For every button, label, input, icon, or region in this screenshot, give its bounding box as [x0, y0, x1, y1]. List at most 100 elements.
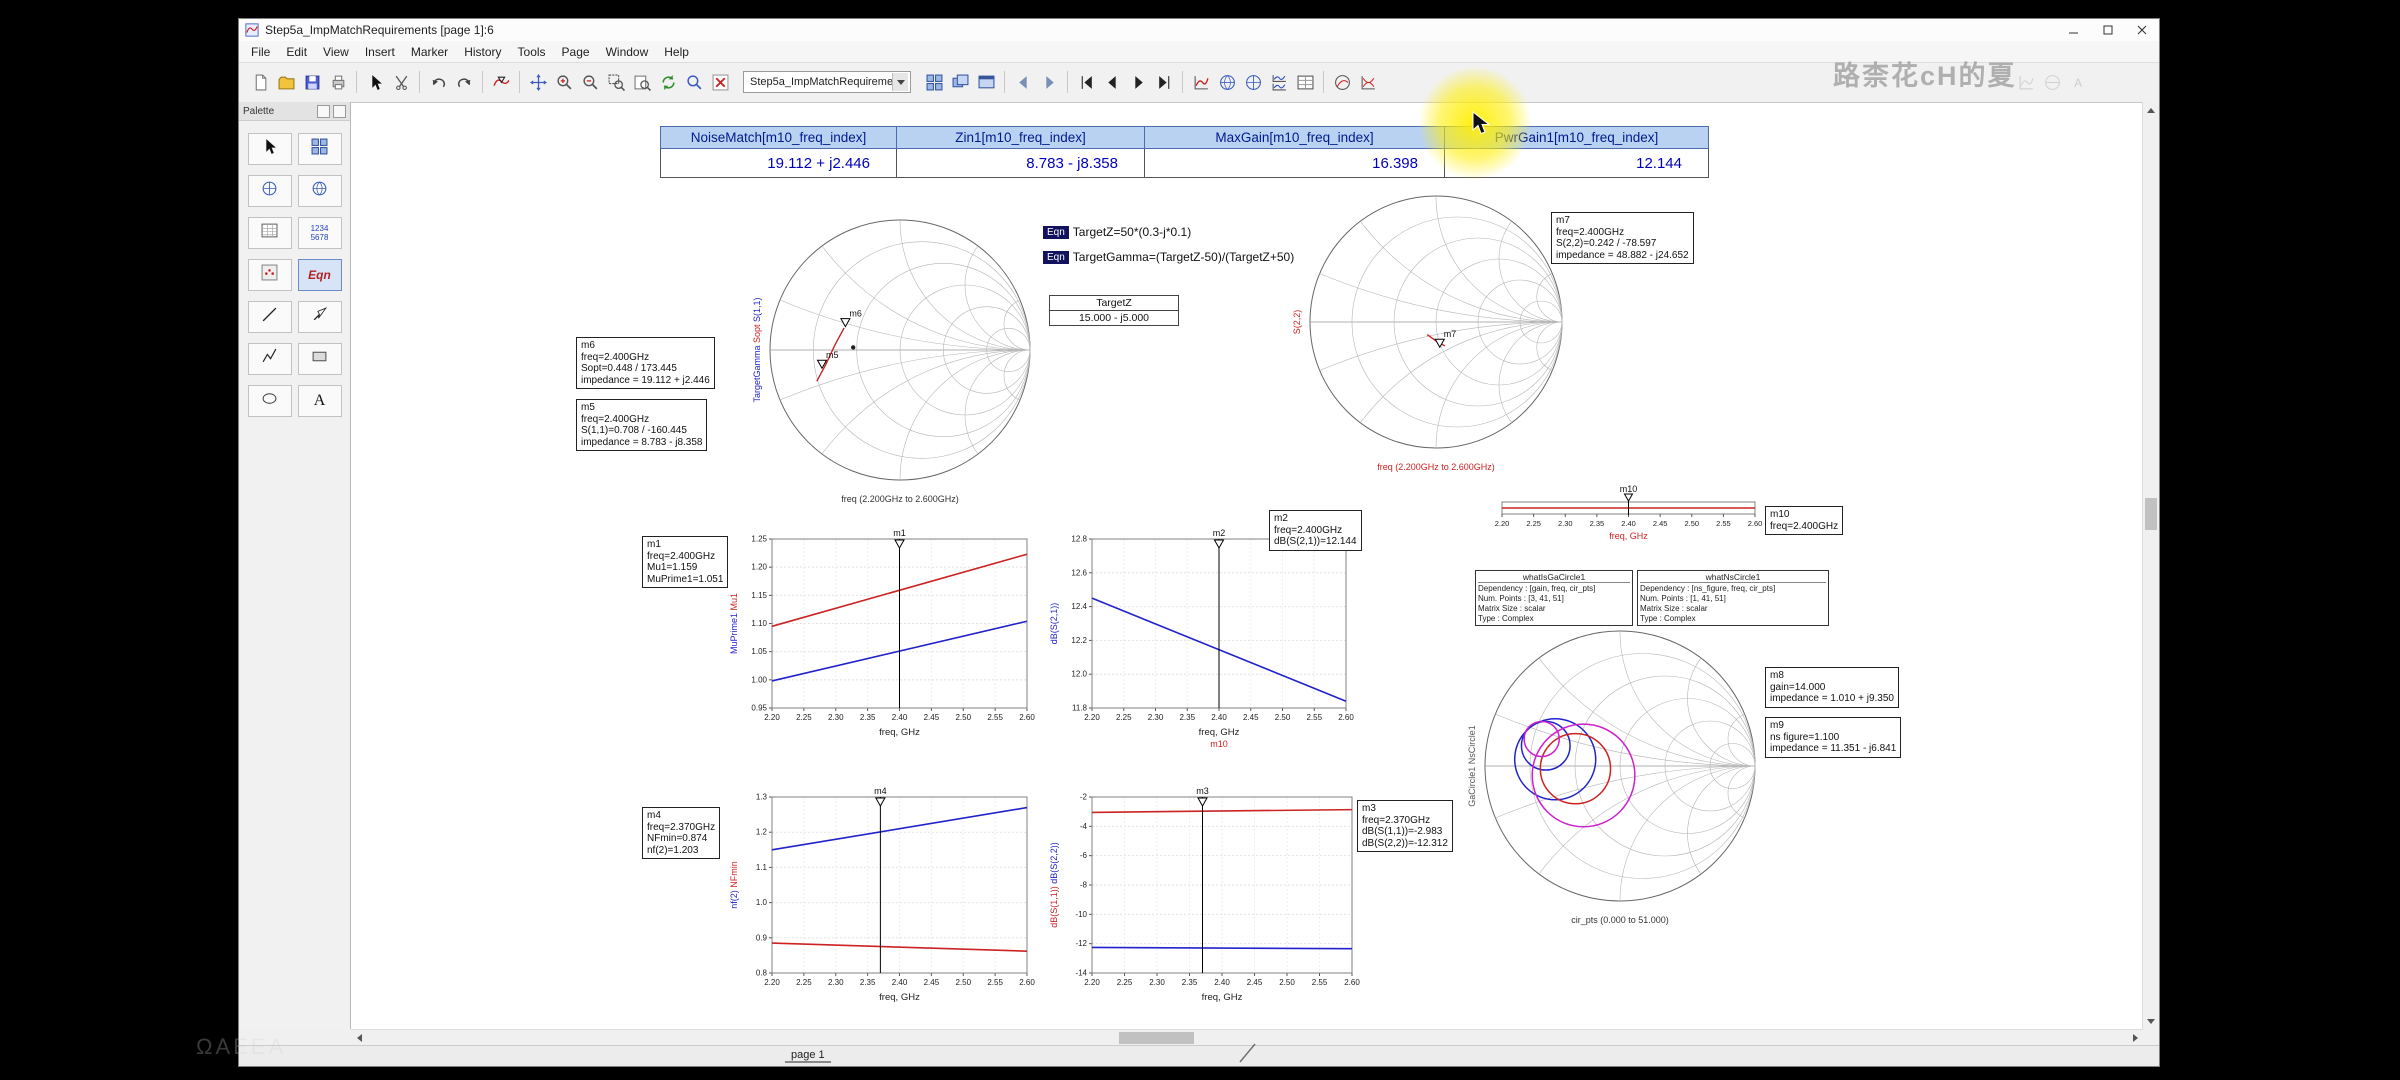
next-page-button[interactable] [1125, 69, 1151, 95]
minimize-button[interactable] [2057, 19, 2091, 41]
insert-marker-button[interactable] [488, 69, 514, 95]
faded-text-note-button[interactable]: A [2065, 69, 2091, 95]
marker-box-m10[interactable]: m10freq=2.400GHz [1765, 506, 1843, 535]
equation-targetgamma[interactable]: Eqn TargetGamma=(TargetZ-50)/(TargetZ+50… [1043, 250, 1294, 264]
palette-header[interactable]: Palette [239, 102, 350, 121]
refresh-button[interactable] [655, 69, 681, 95]
insert-list-plot-button[interactable] [1292, 69, 1318, 95]
redo-button[interactable] [451, 69, 477, 95]
new-file-button[interactable] [247, 69, 273, 95]
rect-plot-plot_s21[interactable]: 12.812.612.412.212.011.82.202.252.302.35… [1046, 525, 1354, 754]
marker-box-m3[interactable]: m3freq=2.370GHzdB(S(1,1))=-2.983dB(S(2,2… [1357, 800, 1453, 852]
marker-box-m9[interactable]: m9ns figure=1.100impedance = 11.351 - j6… [1765, 717, 1901, 758]
marker-box-m8[interactable]: m8gain=14.000impedance = 1.010 + j9.350 [1765, 667, 1899, 708]
menu-insert[interactable]: Insert [357, 43, 403, 61]
table-header-cell[interactable]: Zin1[m10_freq_index] [897, 126, 1145, 149]
menu-history[interactable]: History [456, 43, 509, 61]
print-button[interactable] [325, 69, 351, 95]
strip-plot-strip_m10[interactable]: 2.202.252.302.352.402.452.502.552.60m10f… [1494, 484, 1763, 548]
insert-eye-plot-button[interactable] [1355, 69, 1381, 95]
equation-tool[interactable]: Eqn [298, 259, 342, 291]
maximize-button[interactable] [2091, 19, 2125, 41]
first-page-button[interactable] [1073, 69, 1099, 95]
text-tool[interactable]: A [298, 385, 342, 417]
marker-box-m5[interactable]: m5freq=2.400GHzS(1,1)=0.708 / -160.445im… [576, 399, 707, 451]
line-tool[interactable] [248, 301, 292, 333]
prev-page-button[interactable] [1099, 69, 1125, 95]
antenna-plot-tool[interactable] [248, 259, 292, 291]
cascade-windows-button[interactable] [947, 69, 973, 95]
list-plot-tool[interactable] [248, 217, 292, 249]
table-header-cell[interactable]: MaxGain[m10_freq_index] [1145, 126, 1445, 149]
marker-box-m2[interactable]: m2freq=2.400GHzdB(S(2,1))=12.144 [1269, 510, 1362, 551]
pointer-button[interactable] [362, 69, 388, 95]
rect-plot-plot_nf[interactable]: 1.31.21.11.00.90.82.202.252.302.352.402.… [726, 783, 1035, 1019]
vertical-scroll-thumb[interactable] [2145, 498, 2157, 530]
palette-close-button[interactable] [333, 105, 346, 118]
menu-window[interactable]: Window [598, 43, 657, 61]
menu-view[interactable]: View [315, 43, 357, 61]
rect-plot-plot_mu[interactable]: 1.251.201.151.101.051.000.952.202.252.30… [726, 525, 1035, 754]
stop-button[interactable] [707, 69, 733, 95]
tile-windows-button[interactable] [921, 69, 947, 95]
pointer-tool[interactable] [248, 133, 292, 165]
back-button[interactable] [1010, 69, 1036, 95]
scroll-down-button[interactable] [2143, 1013, 2159, 1029]
rect-plot-plot_s11s22[interactable]: -2-4-6-8-10-12-142.202.252.302.352.402.4… [1046, 783, 1360, 1019]
rect-plot-tool[interactable] [298, 133, 342, 165]
undo-button[interactable] [425, 69, 451, 95]
marker-box-m4[interactable]: m4freq=2.370GHzNFmin=0.874nf(2)=1.203 [642, 807, 720, 859]
rectangle-tool[interactable] [298, 343, 342, 375]
palette-float-button[interactable] [317, 105, 330, 118]
save-button[interactable] [299, 69, 325, 95]
dataset-dropdown[interactable]: Step5a_ImpMatchRequiremer [743, 71, 911, 93]
scroll-up-button[interactable] [2143, 102, 2159, 118]
menu-marker[interactable]: Marker [403, 43, 456, 61]
smith-chart-smith_target[interactable]: m6m5freq (2.200GHz to 2.600GHz)TargetGam… [750, 206, 1050, 512]
arrow-tool[interactable] [298, 301, 342, 333]
dependency-table-2[interactable]: whatNsCircle1Dependency : [ns_figure, fr… [1637, 570, 1829, 626]
title-bar[interactable]: Step5a_ImpMatchRequirements [page 1]:6 [239, 19, 2159, 42]
scroll-right-button[interactable] [2127, 1030, 2143, 1046]
table-header-cell[interactable]: NoiseMatch[m10_freq_index] [660, 126, 897, 149]
numeric-list-tool[interactable]: 12345678 [298, 217, 342, 249]
page-tab[interactable]: page 1 [785, 1049, 831, 1063]
zoom-select-button[interactable] [681, 69, 707, 95]
chevron-down-icon[interactable] [892, 73, 908, 91]
zoom-fit-button[interactable] [629, 69, 655, 95]
menu-file[interactable]: File [243, 43, 278, 61]
menu-help[interactable]: Help [656, 43, 697, 61]
circle-tool[interactable] [248, 385, 292, 417]
vertical-scrollbar[interactable] [2142, 102, 2159, 1029]
insert-polar-plot-button[interactable] [1240, 69, 1266, 95]
marker-box-m6[interactable]: m6freq=2.400GHzSopt=0.448 / 173.445imped… [576, 337, 715, 389]
insert-stacked-plot-button[interactable] [1266, 69, 1292, 95]
insert-smith-chart-button[interactable] [1214, 69, 1240, 95]
menu-tools[interactable]: Tools [510, 43, 554, 61]
smith-chart-smith_s22[interactable]: m7freq (2.200GHz to 2.600GHz)S(2,2) [1290, 182, 1582, 480]
results-table[interactable]: NoiseMatch[m10_freq_index] Zin1[m10_freq… [660, 126, 1709, 178]
targetz-table[interactable]: TargetZ 15.000 - j5.000 [1049, 295, 1179, 326]
new-window-button[interactable] [973, 69, 999, 95]
equation-targetz[interactable]: Eqn TargetZ=50*(0.3-j*0.1) [1043, 225, 1191, 239]
marker-box-m7[interactable]: m7freq=2.400GHzS(2,2)=0.242 / -78.597imp… [1551, 212, 1694, 264]
last-page-button[interactable] [1151, 69, 1177, 95]
faded-smith-chart-button[interactable] [2039, 69, 2065, 95]
polar-plot-tool[interactable] [248, 175, 292, 207]
menu-page[interactable]: Page [554, 43, 598, 61]
open-folder-button[interactable] [273, 69, 299, 95]
polyline-tool[interactable] [248, 343, 292, 375]
zoom-area-button[interactable] [603, 69, 629, 95]
close-button[interactable] [2125, 19, 2159, 41]
menu-edit[interactable]: Edit [278, 43, 315, 61]
cut-button[interactable] [388, 69, 414, 95]
smith-chart-smith_circles[interactable]: cir_pts (0.000 to 51.000)GaCircle1 NsCir… [1465, 617, 1775, 933]
smith-chart-tool[interactable] [298, 175, 342, 207]
dependency-table-1[interactable]: whatIsGaCircle1Dependency : [gain, freq,… [1475, 570, 1633, 626]
zoom-in-button[interactable] [551, 69, 577, 95]
marker-box-m1[interactable]: m1freq=2.400GHzMu1=1.159MuPrime1=1.051 [642, 536, 728, 588]
zoom-out-button[interactable] [577, 69, 603, 95]
scroll-left-button[interactable] [351, 1030, 367, 1046]
horizontal-scroll-thumb[interactable] [1119, 1032, 1194, 1044]
insert-antenna-plot-button[interactable] [1329, 69, 1355, 95]
